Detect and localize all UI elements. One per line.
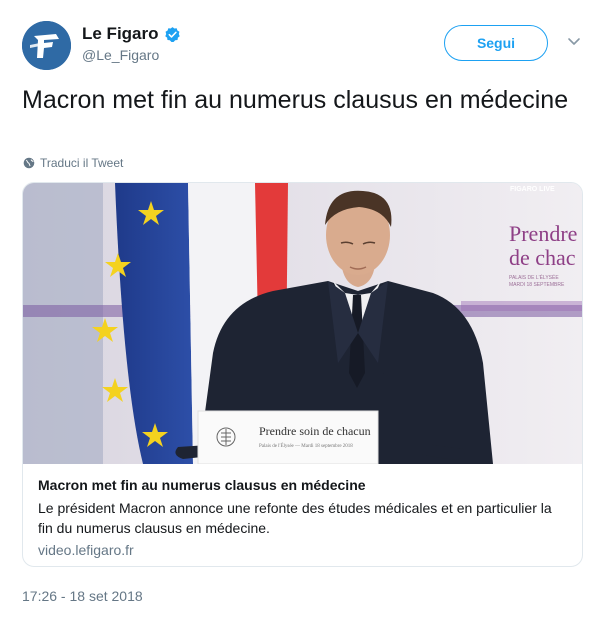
backdrop-small2: MARDI 18 SEPTEMBRE bbox=[509, 282, 565, 288]
account-info: Le Figaro @Le_Figaro bbox=[82, 24, 181, 63]
watermark: FIGARO LIVE bbox=[510, 186, 555, 193]
video-thumbnail: Prendre de chac PALAIS DE L'ÉLYSÉE MARDI… bbox=[23, 183, 582, 464]
chevron-down-icon[interactable] bbox=[566, 35, 582, 49]
tweet-header: Le Figaro @Le_Figaro Segui bbox=[22, 21, 582, 71]
globe-icon bbox=[23, 157, 35, 169]
verified-badge-icon bbox=[164, 26, 180, 42]
avatar[interactable] bbox=[22, 21, 71, 70]
follow-button[interactable]: Segui bbox=[444, 25, 548, 61]
le-figaro-logo-icon bbox=[22, 21, 71, 70]
podium-title: Prendre soin de chacun bbox=[259, 424, 371, 438]
backdrop-line2: de chac bbox=[509, 245, 576, 270]
card-image[interactable]: Prendre de chac PALAIS DE L'ÉLYSÉE MARDI… bbox=[23, 183, 582, 464]
translate-tweet-link[interactable]: Traduci il Tweet bbox=[23, 156, 123, 170]
display-name[interactable]: Le Figaro bbox=[82, 24, 159, 44]
card-description: Le président Macron annonce une refonte … bbox=[38, 500, 552, 536]
link-card[interactable]: Prendre de chac PALAIS DE L'ÉLYSÉE MARDI… bbox=[22, 182, 583, 567]
translate-tweet-label[interactable]: Traduci il Tweet bbox=[40, 156, 123, 170]
tweet-timestamp[interactable]: 17:26 - 18 set 2018 bbox=[22, 588, 143, 604]
backdrop-small1: PALAIS DE L'ÉLYSÉE bbox=[509, 274, 559, 281]
podium-subtitle: Palais de l'Élysée — Mardi 18 septembre … bbox=[259, 443, 353, 449]
account-handle[interactable]: @Le_Figaro bbox=[82, 47, 181, 63]
tweet-text: Macron met fin au numerus clausus en méd… bbox=[22, 86, 569, 114]
backdrop-line1: Prendre bbox=[509, 221, 577, 246]
card-title[interactable]: Macron met fin au numerus clausus en méd… bbox=[38, 476, 568, 494]
card-domain[interactable]: video.lefigaro.fr bbox=[38, 542, 568, 558]
